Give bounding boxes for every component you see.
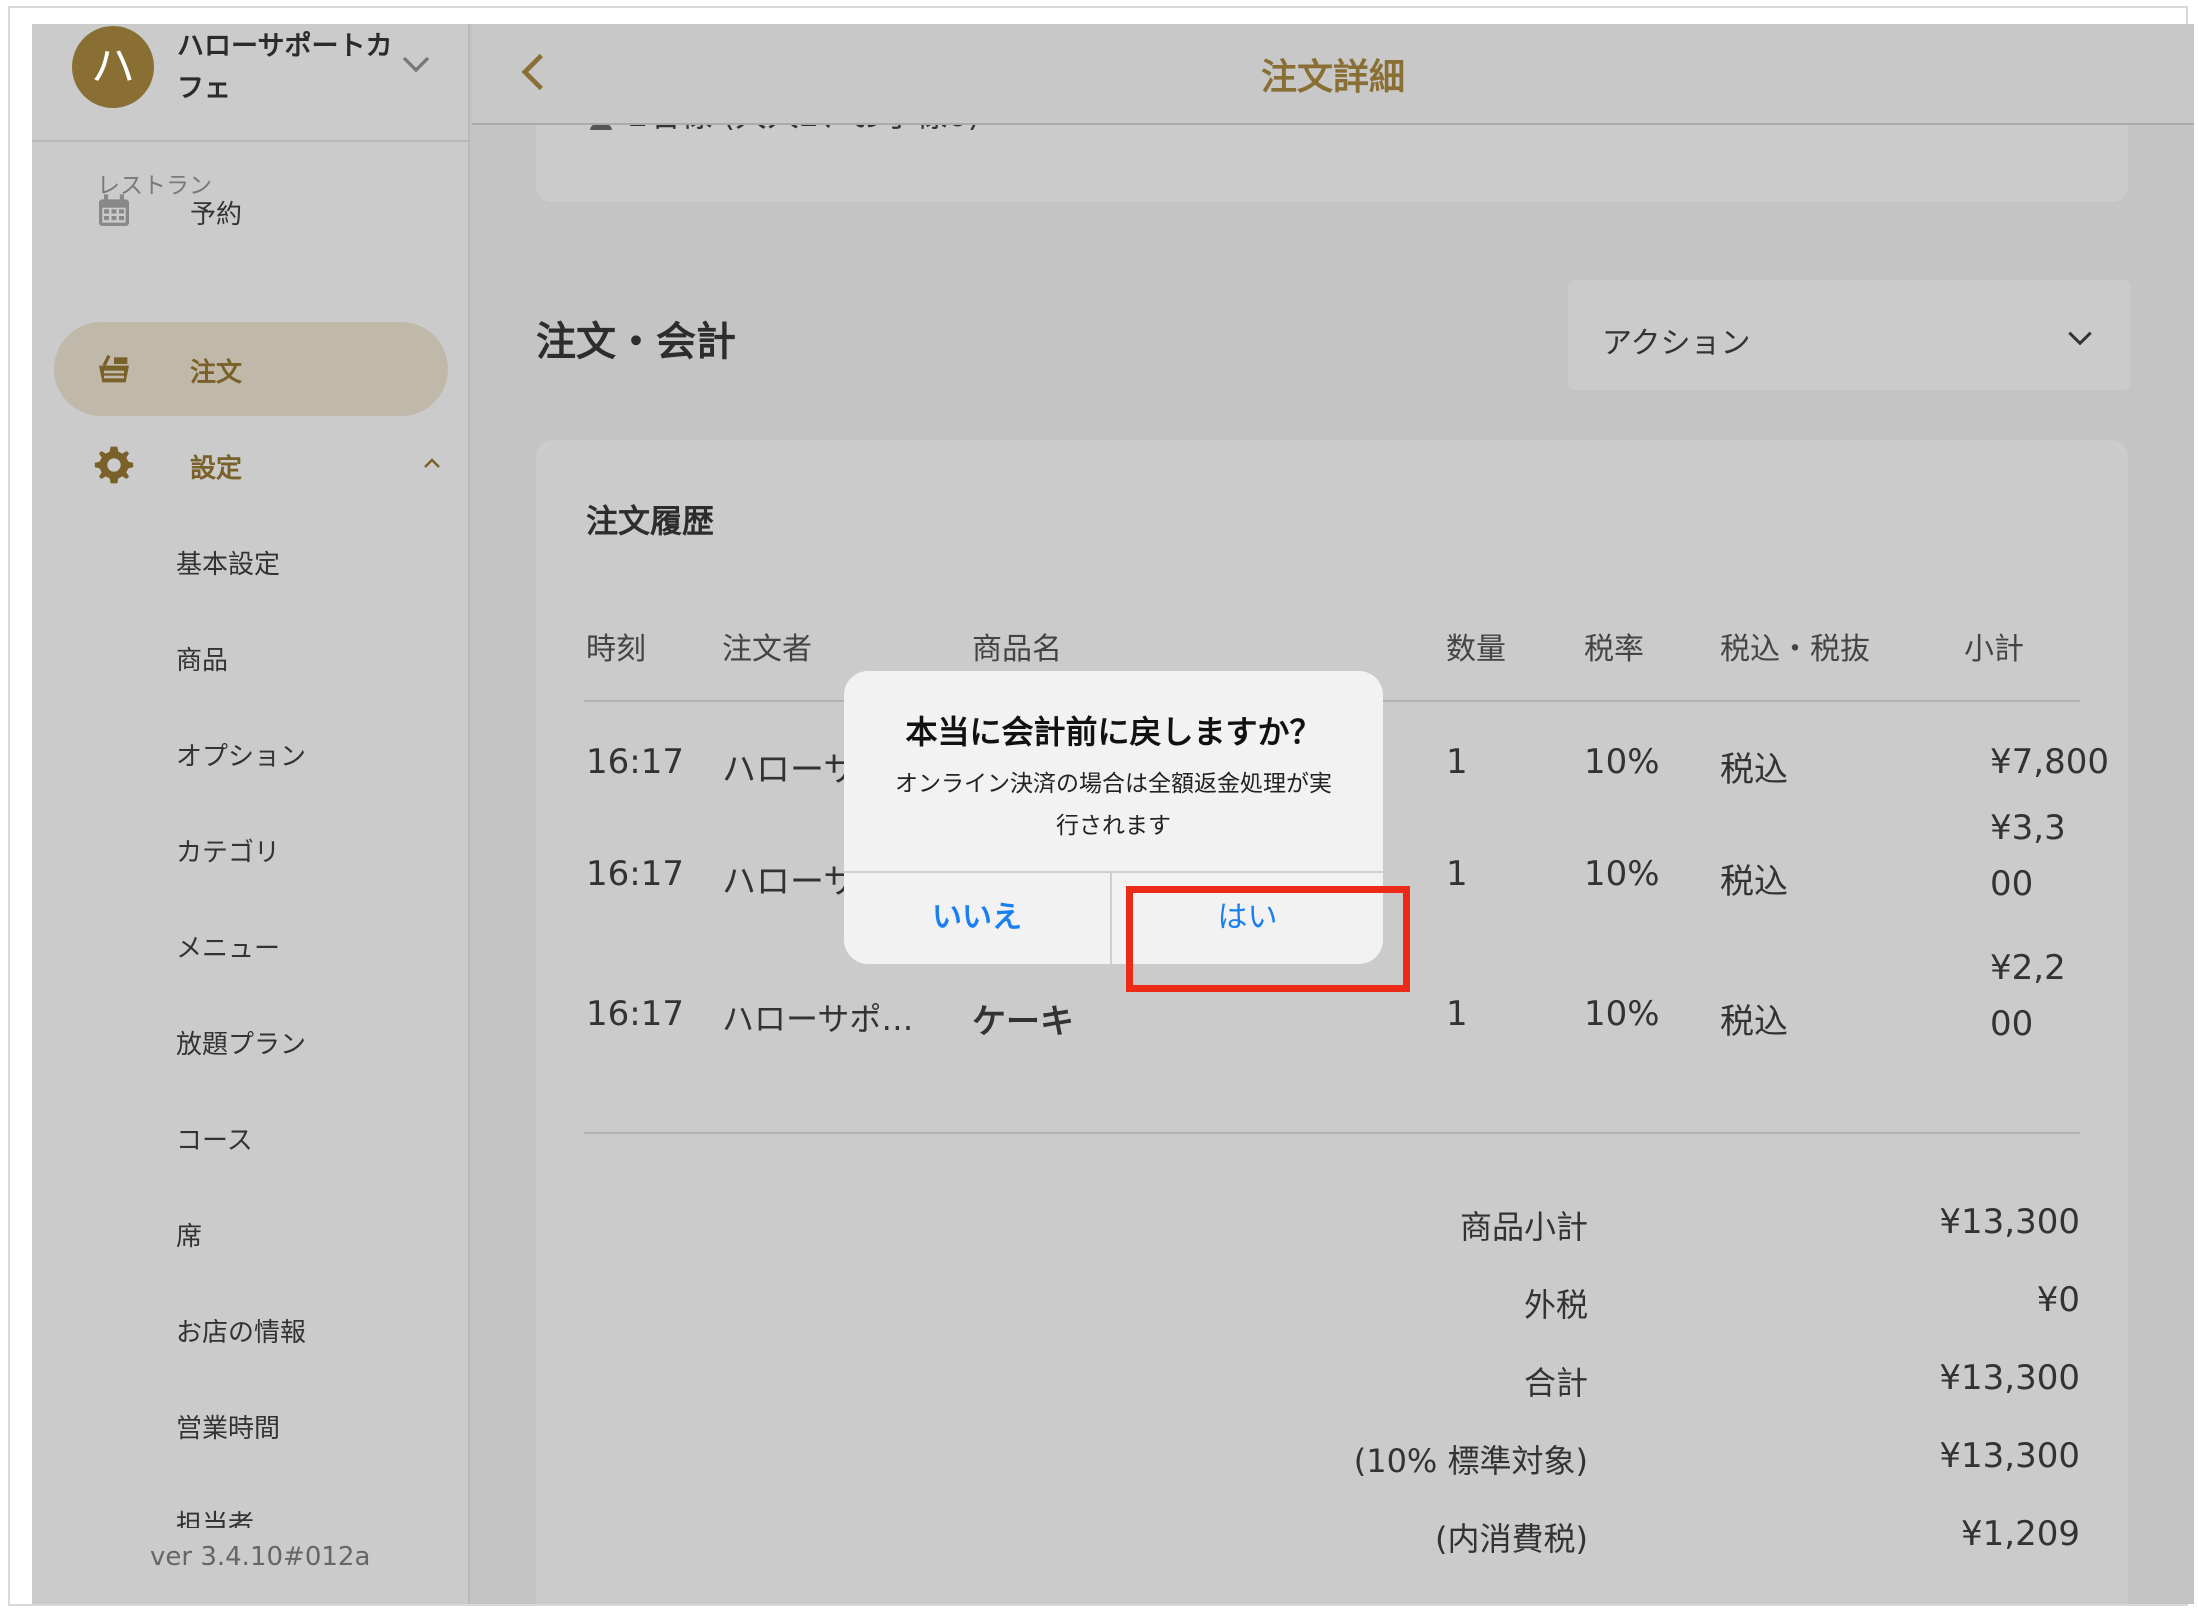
- summary-value-standard-rate: ¥13,300: [1939, 1436, 2080, 1476]
- sidebar-subitem-courses[interactable]: コース: [176, 1120, 253, 1157]
- action-dropdown-label: アクション: [1602, 326, 1751, 361]
- column-header-product: 商品名: [972, 632, 1062, 667]
- sidebar-item-label: 注文: [190, 358, 243, 388]
- row1-tax-rate: 10%: [1584, 742, 1660, 782]
- sidebar-item-reservations[interactable]: 予約: [54, 164, 448, 258]
- summary-value-consumption-tax: ¥1,209: [1961, 1514, 2080, 1554]
- row1-qty: 1: [1446, 742, 1468, 782]
- chevron-down-icon: [2068, 331, 2092, 346]
- summary-label-consumption-tax: (内消費税): [1435, 1520, 1588, 1558]
- sidebar-subitem-seats[interactable]: 席: [176, 1216, 202, 1253]
- summary-label-total: 合計: [1523, 1364, 1588, 1402]
- app-window: ハ ハローサポートカフェ レストラン 予約 注文 設定 基本設定 商品 オプショ…: [32, 24, 2194, 1604]
- row1-time: 16:17: [586, 742, 684, 782]
- sidebar-subitem-store-info[interactable]: お店の情報: [176, 1312, 306, 1349]
- sidebar-subitem-products[interactable]: 商品: [176, 640, 228, 677]
- column-header-tax-rate: 税率: [1584, 632, 1644, 667]
- page-title: 注文詳細: [1260, 57, 1405, 98]
- row3-subtotal: ¥2,200: [1990, 948, 2066, 1044]
- dialog-title: 本当に会計前に戻しますか？: [905, 713, 1322, 751]
- summary-value-total: ¥13,300: [1939, 1358, 2080, 1398]
- row1-orderer: ハローサ: [722, 750, 858, 790]
- row2-tax-rate: 10%: [1584, 854, 1660, 894]
- column-header-tax-type: 税込・税抜: [1720, 632, 1870, 667]
- row3-tax-rate: 10%: [1584, 994, 1660, 1034]
- sidebar-subitem-categories[interactable]: カテゴリ: [176, 832, 280, 869]
- row2-tax-type: 税込: [1720, 862, 1788, 902]
- dialog-message: オンライン決済の場合は全額返金処理が実行されます: [895, 771, 1332, 839]
- row2-qty: 1: [1446, 854, 1468, 894]
- chevron-down-icon[interactable]: [398, 46, 434, 82]
- column-header-time: 時刻: [586, 632, 646, 667]
- sidebar-subitem-staff[interactable]: 担当者: [176, 1504, 254, 1528]
- chevron-up-icon: [424, 458, 440, 468]
- store-name: ハローサポートカフェ: [177, 31, 393, 104]
- row3-qty: 1: [1446, 994, 1468, 1034]
- row1-tax-type: 税込: [1720, 750, 1788, 790]
- action-dropdown[interactable]: アクション: [1568, 280, 2130, 390]
- row1-subtotal: ¥7,800: [1990, 742, 2109, 782]
- calendar-icon: [99, 194, 129, 226]
- section-heading-order-payment: 注文・会計: [536, 319, 736, 365]
- summary-divider: [584, 1132, 2080, 1134]
- sidebar-item-label: 設定: [190, 454, 243, 484]
- row3-time: 16:17: [586, 994, 684, 1034]
- order-history-title: 注文履歴: [586, 502, 715, 540]
- summary-value-external-tax: ¥0: [2036, 1280, 2080, 1320]
- sidebar-subitem-all-you-can-plans[interactable]: 放題プラン: [176, 1024, 306, 1061]
- column-header-subtotal: 小計: [1964, 632, 2024, 667]
- order-basket-icon: [99, 354, 129, 383]
- row2-subtotal: ¥3,300: [1990, 808, 2066, 904]
- top-header: 注文詳細: [472, 24, 2194, 125]
- store-switcher[interactable]: ハ ハローサポートカフェ: [32, 24, 470, 142]
- sidebar-subitem-menu[interactable]: メニュー: [176, 928, 280, 965]
- row3-orderer: ハローサポ…: [722, 1000, 914, 1038]
- annotation-highlight-box: [1126, 886, 1410, 992]
- gear-icon: [94, 446, 134, 484]
- app-version: ver 3.4.10#012a: [150, 1542, 371, 1572]
- sidebar-item-settings[interactable]: 設定: [54, 418, 448, 512]
- sidebar-item-orders[interactable]: 注文: [54, 322, 448, 416]
- dialog-no-button[interactable]: いいえ: [844, 871, 1110, 964]
- row3-tax-type: 税込: [1720, 1002, 1788, 1042]
- column-header-orderer: 注文者: [722, 632, 812, 667]
- summary-label-external-tax: 外税: [1523, 1286, 1588, 1324]
- summary-value-product-subtotal: ¥13,300: [1939, 1202, 2080, 1242]
- sidebar-subitem-business-hours[interactable]: 営業時間: [176, 1408, 280, 1445]
- row2-time: 16:17: [586, 854, 684, 894]
- summary-label-product-subtotal: 商品小計: [1459, 1208, 1588, 1246]
- row2-orderer: ハローサ: [722, 862, 858, 902]
- sidebar: ハ ハローサポートカフェ レストラン 予約 注文 設定 基本設定 商品 オプショ…: [32, 24, 470, 1604]
- sidebar-item-label: 予約: [190, 200, 243, 230]
- row3-product: ケーキ: [972, 1002, 1074, 1042]
- sidebar-subitem-options[interactable]: オプション: [176, 736, 306, 773]
- column-header-quantity: 数量: [1446, 632, 1506, 667]
- order-history-card: 注文履歴 時刻 注文者 商品名 数量 税率 税込・税抜 小計 16:17 ハロー…: [536, 440, 2128, 1604]
- sidebar-subitem-basic-settings[interactable]: 基本設定: [176, 544, 280, 581]
- screenshot-frame: ハ ハローサポートカフェ レストラン 予約 注文 設定 基本設定 商品 オプショ…: [8, 6, 2194, 1606]
- avatar: ハ: [72, 26, 154, 108]
- summary-label-standard-rate: (10% 標準対象): [1353, 1442, 1588, 1480]
